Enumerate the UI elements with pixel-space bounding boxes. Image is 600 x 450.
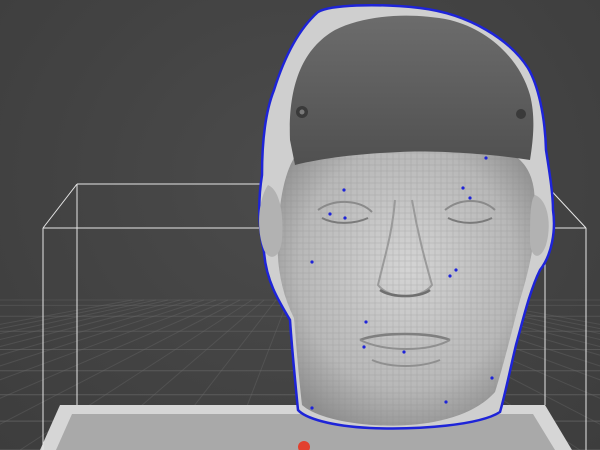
cap-screw-right <box>516 109 526 119</box>
scan-texture <box>277 140 536 426</box>
3d-viewport[interactable] <box>0 0 600 450</box>
head-model[interactable] <box>257 3 556 430</box>
cap-screw-left-inner <box>299 109 305 115</box>
viewport-scene[interactable] <box>0 0 600 450</box>
